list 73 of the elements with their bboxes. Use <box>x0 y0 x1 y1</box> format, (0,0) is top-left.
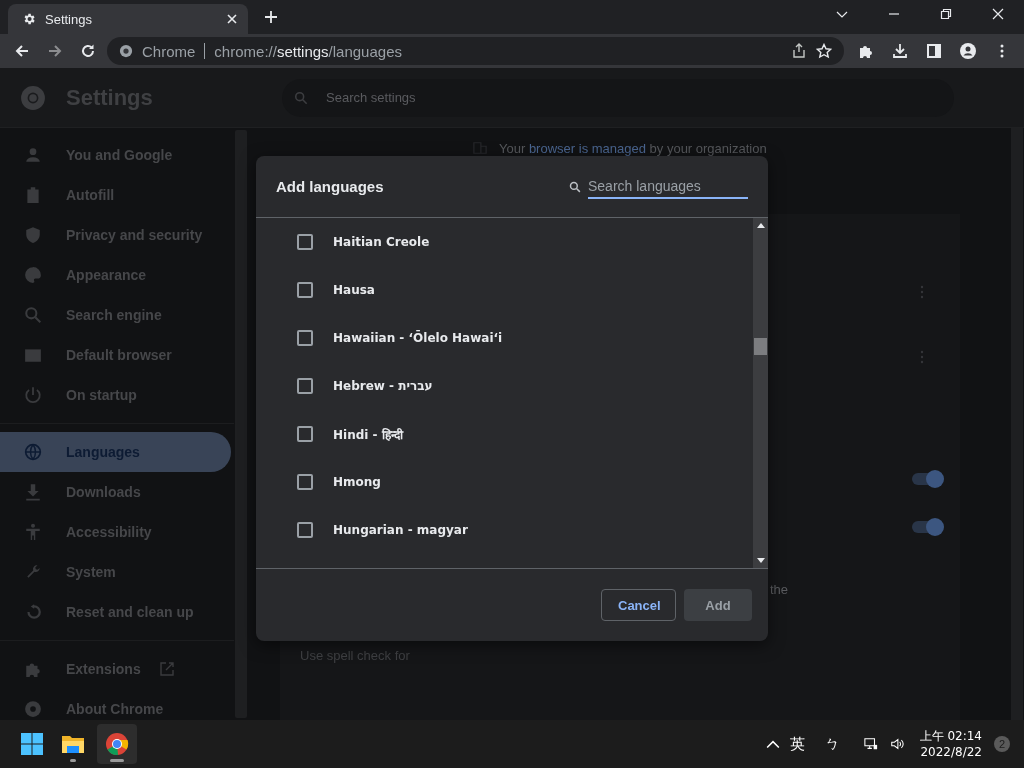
search-icon <box>294 90 308 105</box>
checkbox[interactable] <box>297 378 313 394</box>
forward-icon[interactable] <box>47 43 63 59</box>
managed-link[interactable]: browser is managed <box>528 140 646 156</box>
clipboard-icon <box>24 186 42 204</box>
shield-icon <box>24 226 42 244</box>
input-mode-indicator[interactable]: 英 <box>789 734 805 754</box>
share-icon[interactable] <box>791 43 807 59</box>
tab-title: Settings <box>45 11 93 27</box>
language-label: Hausa <box>333 283 375 297</box>
language-label: Hebrew - עברית <box>333 379 433 393</box>
network-icon[interactable] <box>863 737 878 751</box>
language-label: Hungarian - magyar <box>333 523 468 537</box>
language-label: Hindi - हिन्दी <box>333 426 403 443</box>
managed-notice: Your browser is managed by your organization <box>499 141 767 155</box>
puzzle-icon[interactable] <box>858 43 874 59</box>
new-tab-icon[interactable] <box>264 10 278 24</box>
language-label: Hmong <box>333 475 381 489</box>
speaker-icon[interactable] <box>889 737 904 751</box>
language-label: Hawaiian - ʻŌlelo Hawaiʻi <box>333 331 503 345</box>
dialog-title: Add languages <box>276 178 384 195</box>
address-bar[interactable]: Chrome chrome://settings/languages <box>107 37 844 65</box>
language-label: Haitian Creole <box>333 235 430 249</box>
reload-icon[interactable] <box>80 43 96 59</box>
external-link-icon <box>158 661 175 677</box>
partial-text: the <box>770 581 789 597</box>
checkbox[interactable] <box>297 522 313 538</box>
close-icon[interactable] <box>992 8 1004 20</box>
checkbox[interactable] <box>297 234 313 250</box>
checkbox[interactable] <box>297 330 313 346</box>
search-icon <box>569 180 581 193</box>
scroll-up-icon[interactable] <box>756 222 765 228</box>
globe-icon <box>24 443 42 461</box>
download-icon <box>24 483 42 501</box>
ime-indicator[interactable]: ㄅ <box>824 734 840 754</box>
palette-icon <box>24 266 42 284</box>
site-label: Chrome <box>142 42 196 60</box>
download-icon[interactable] <box>892 43 908 59</box>
browser-tab[interactable]: Settings <box>8 4 248 34</box>
search-icon <box>24 306 42 324</box>
browser-icon <box>24 346 42 364</box>
chrome-icon <box>119 44 133 58</box>
checkbox[interactable] <box>297 282 313 298</box>
restore-icon[interactable] <box>940 8 952 20</box>
scroll-down-icon[interactable] <box>756 558 765 564</box>
profile-icon[interactable] <box>960 43 976 59</box>
clock-time[interactable]: 上午 02:14 <box>919 728 982 744</box>
power-icon <box>24 386 42 404</box>
search-field[interactable]: Search settings <box>282 78 954 117</box>
search-field[interactable]: Search languages <box>588 174 748 199</box>
building-icon <box>473 141 487 155</box>
wrench-icon <box>24 563 42 581</box>
history-icon <box>24 603 42 621</box>
star-icon[interactable] <box>816 43 832 59</box>
clock-date[interactable]: 2022/8/22 <box>920 744 982 760</box>
windows-start-icon[interactable] <box>20 732 44 756</box>
scrollbar[interactable] <box>753 218 768 568</box>
chrome-icon[interactable] <box>105 732 129 756</box>
figure-icon <box>24 523 42 541</box>
notification-badge[interactable]: 2 <box>994 736 1010 752</box>
chrome-logo-icon <box>20 84 46 111</box>
url-text: chrome://settings/languages <box>214 42 402 60</box>
back-icon[interactable] <box>14 43 30 59</box>
person-icon <box>24 146 42 164</box>
toggle-switch[interactable] <box>912 473 942 485</box>
side-panel-icon[interactable] <box>926 43 942 59</box>
checkbox[interactable] <box>297 426 313 442</box>
scrollbar-thumb[interactable] <box>754 338 767 355</box>
gear-icon <box>22 12 36 26</box>
cancel-button[interactable]: Cancel <box>601 589 676 621</box>
toggle-switch[interactable] <box>912 521 942 533</box>
checkbox[interactable] <box>297 474 313 490</box>
close-icon[interactable] <box>226 13 238 25</box>
